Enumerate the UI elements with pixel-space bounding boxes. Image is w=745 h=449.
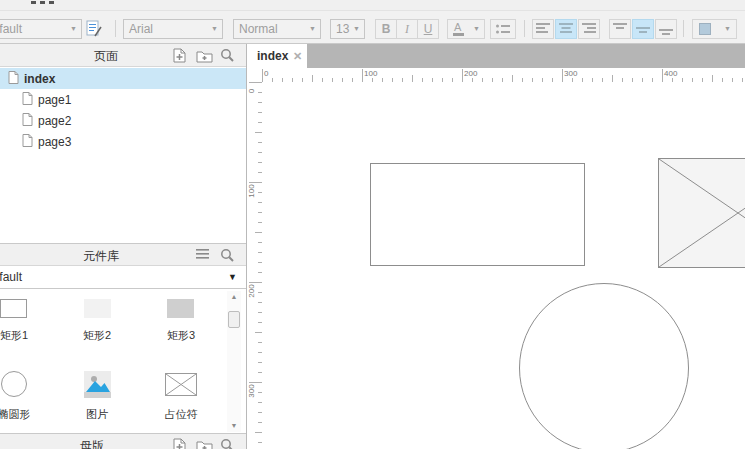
format-painter-icon[interactable] [86,20,103,42]
toolbar-separator [115,20,116,37]
align-center-button[interactable] [555,19,577,39]
horizontal-ruler: 0100200300400 [247,68,745,82]
font-weight-dropdown[interactable]: Normal▼ [233,19,321,39]
widget-rectangle1-thumb[interactable] [0,299,27,318]
font-color-button[interactable]: A ▼ [447,19,485,39]
add-page-icon[interactable] [172,438,188,449]
pages-panel-title: 页面 [94,48,118,65]
toolbar-separator [683,20,684,37]
canvas-shape-placeholder[interactable] [658,158,745,268]
chevron-down-icon: ▼ [724,25,731,32]
valign-top-button[interactable] [609,19,631,39]
widget-style-dropdown[interactable]: Default▼ [0,19,82,39]
design-canvas[interactable] [262,82,745,449]
search-icon[interactable] [220,248,236,264]
widget-placeholder-thumb[interactable] [165,373,197,396]
widgets-panel-header: 元件库 [0,243,246,266]
widget-rectangle2-thumb[interactable] [84,299,111,318]
page-item-page3[interactable]: page3 [0,131,246,152]
menu-icon[interactable] [196,248,212,264]
search-icon[interactable] [220,438,236,449]
font-color-swatch [453,33,464,36]
chevron-down-icon: ▼ [70,25,77,33]
masters-panel-title: 母版 [80,438,104,449]
add-page-icon[interactable] [172,48,188,64]
chevron-down-icon: ▼ [309,25,316,33]
widget-label: 图片 [55,407,139,422]
masters-panel-header: 母版 [0,433,246,449]
widget-library-dropdown[interactable]: Default ▼ [0,266,246,289]
widget-image-thumb[interactable] [84,371,111,398]
vertical-ruler: 0100200300 [247,82,262,449]
chevron-down-icon: ▼ [473,25,480,32]
page-item-index[interactable]: index [0,68,246,89]
search-icon[interactable] [220,48,236,64]
page-icon [22,92,33,108]
font-size-dropdown[interactable]: 13▼ [330,19,365,39]
widget-rectangle3-thumb[interactable] [167,299,194,318]
toolbar-separator [524,20,525,37]
page-icon [22,134,33,150]
canvas-shape-rectangle[interactable] [370,163,585,266]
chevron-down-icon: ▼ [353,25,360,33]
scrollbar-thumb[interactable] [228,311,240,328]
menu-text-fragment [31,1,56,4]
page-item-page1[interactable]: page1 [0,89,246,110]
scroll-up-icon[interactable]: ▲ [227,291,241,303]
menu-bar [0,0,745,10]
format-toolbar: Default▼ Arial▼ Normal▼ 13▼ B I U A ▼ ▼ [0,10,745,44]
fill-color-button[interactable]: ▼ [692,19,737,39]
bold-button[interactable]: B [375,19,397,39]
valign-middle-button[interactable] [632,19,654,39]
tab-bar: index ✕ [247,44,745,68]
widget-label: 椭圆形 [0,407,56,422]
widget-scrollbar[interactable]: ▲ ▼ [227,291,241,432]
add-folder-icon[interactable] [196,48,212,64]
widgets-panel-title: 元件库 [83,248,119,265]
canvas-area: index ✕ 0100200300400 0100200300 [247,44,745,449]
widget-ellipse-thumb[interactable] [1,371,27,397]
canvas-shape-ellipse[interactable] [519,283,689,449]
tab-close-icon[interactable]: ✕ [293,44,302,68]
add-folder-icon[interactable] [196,438,212,449]
font-family-dropdown[interactable]: Arial▼ [123,19,223,39]
valign-bottom-button[interactable] [655,19,677,39]
page-icon [22,113,33,129]
widget-grid: 矩形1 矩形2 矩形3 椭圆形 图片 占位符 ▲ ▼ [0,290,246,433]
page-icon [8,71,19,87]
chevron-down-icon: ▼ [211,25,218,33]
widget-label: 矩形1 [0,328,56,343]
align-right-button[interactable] [578,19,600,39]
widget-label: 矩形2 [55,328,139,343]
tab-index[interactable]: index ✕ [247,44,307,68]
chevron-down-icon: ▼ [228,266,237,288]
widget-label: 矩形3 [139,328,223,343]
scroll-down-icon[interactable]: ▼ [227,420,241,432]
fill-color-swatch [699,23,711,35]
align-left-button[interactable] [532,19,554,39]
page-item-page2[interactable]: page2 [0,110,246,131]
bullet-list-button[interactable] [490,19,516,39]
pages-panel-header: 页面 [0,44,246,67]
widget-label: 占位符 [139,407,223,422]
underline-button[interactable]: U [417,19,439,39]
italic-button[interactable]: I [396,19,418,39]
left-panel: 页面 index page1 page2 page3 元件库 Def [0,44,247,449]
